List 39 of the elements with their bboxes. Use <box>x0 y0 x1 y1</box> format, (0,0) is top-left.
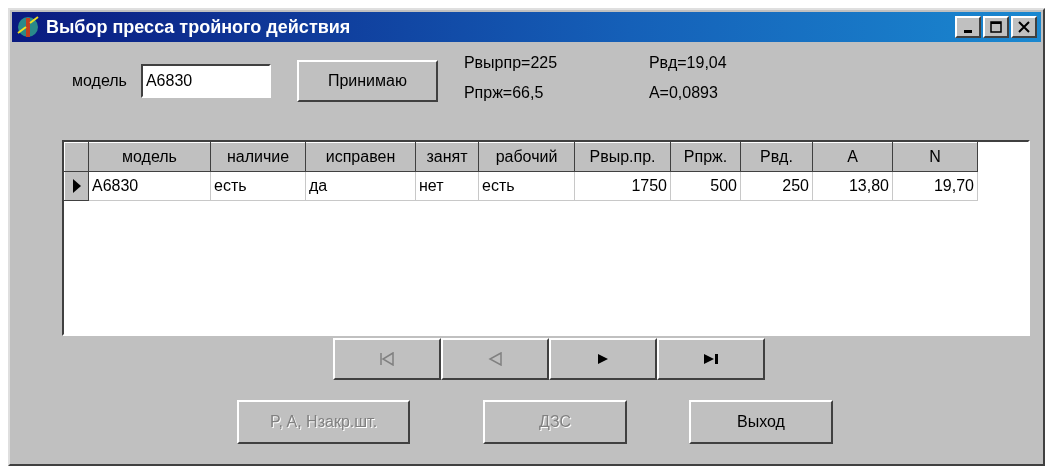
maximize-icon <box>990 21 1002 33</box>
table-cell: A6830 <box>88 171 211 201</box>
window-title: Выбор пресса тройного действия <box>46 16 352 38</box>
table-cell: да <box>305 171 416 201</box>
column-header[interactable]: Рвд. <box>740 142 813 172</box>
table-cell: 13,80 <box>812 171 893 201</box>
column-header[interactable]: наличие <box>210 142 306 172</box>
result-value: A=0,0893 <box>648 84 719 102</box>
table-cell: есть <box>478 171 575 201</box>
minimize-button[interactable] <box>955 16 981 38</box>
column-header[interactable]: исправен <box>305 142 416 172</box>
app-icon <box>16 15 40 39</box>
accept-button[interactable]: Принимаю <box>296 60 438 102</box>
result-value: Рпрж=66,5 <box>463 84 545 102</box>
column-header[interactable]: Рвыр.пр. <box>574 142 671 172</box>
navigator-button[interactable] <box>657 338 765 380</box>
table-cell: 250 <box>740 171 813 201</box>
column-header[interactable]: занят <box>415 142 479 172</box>
close-icon <box>1018 21 1030 33</box>
table-cell: 500 <box>670 171 741 201</box>
column-header[interactable]: A <box>812 142 893 172</box>
minimize-icon <box>964 29 972 33</box>
close-button[interactable] <box>1011 16 1037 38</box>
table-cell: 19,70 <box>892 171 978 201</box>
navigator-button[interactable] <box>549 338 657 380</box>
table-cell: 1750 <box>574 171 671 201</box>
table-cell: нет <box>415 171 479 201</box>
action-button[interactable]: Выход <box>689 400 833 444</box>
column-header[interactable]: N <box>892 142 978 172</box>
table-cell: есть <box>210 171 306 201</box>
column-header[interactable]: рабочий <box>478 142 575 172</box>
current-row-icon <box>71 178 82 194</box>
result-value: Рвд=19,04 <box>648 54 728 72</box>
column-header[interactable]: Рпрж. <box>670 142 741 172</box>
maximize-button[interactable] <box>983 16 1009 38</box>
result-value: Рвырпр=225 <box>463 54 559 72</box>
model-field[interactable]: A6830 <box>140 64 271 98</box>
column-header[interactable]: модель <box>88 142 211 172</box>
model-label: модель <box>72 72 127 90</box>
